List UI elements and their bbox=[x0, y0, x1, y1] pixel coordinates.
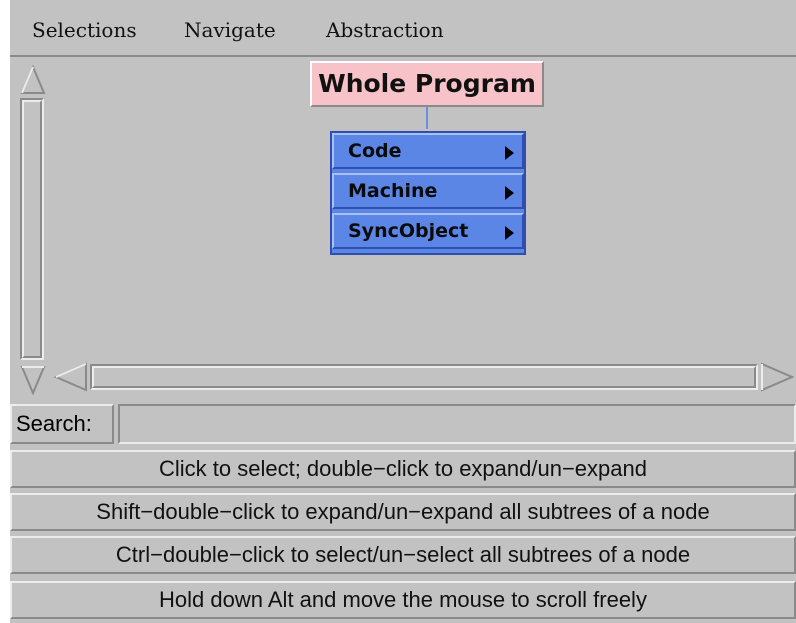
menu-bar: Selections Navigate Abstraction bbox=[10, 0, 796, 57]
node-label: Machine bbox=[348, 180, 438, 202]
tree-node-machine[interactable]: Machine bbox=[332, 173, 524, 209]
help-line-shift: Shift−double−click to expand/un−expand a… bbox=[10, 493, 796, 531]
tree-canvas[interactable]: Whole Program Code Machine SyncObject bbox=[10, 57, 796, 399]
scroll-left-arrow-icon[interactable] bbox=[54, 362, 88, 392]
vertical-scroll-thumb[interactable] bbox=[22, 100, 42, 358]
node-label: Code bbox=[348, 140, 402, 162]
scroll-up-arrow-icon[interactable] bbox=[20, 65, 46, 95]
tree-node-code[interactable]: Code bbox=[332, 133, 524, 169]
help-line-ctrl: Ctrl−double−click to select/un−select al… bbox=[10, 536, 796, 574]
search-row: Search: bbox=[10, 402, 796, 448]
child-node-menu: Code Machine SyncObject bbox=[330, 131, 526, 255]
search-input[interactable] bbox=[118, 404, 796, 444]
submenu-arrow-icon bbox=[505, 186, 514, 200]
help-line-alt: Hold down Alt and move the mouse to scro… bbox=[10, 581, 796, 619]
horizontal-scrollbar[interactable] bbox=[52, 360, 796, 394]
menu-selections[interactable]: Selections bbox=[32, 18, 137, 42]
tree-node-syncobject[interactable]: SyncObject bbox=[332, 213, 524, 249]
scroll-right-arrow-icon[interactable] bbox=[760, 362, 794, 392]
node-label: SyncObject bbox=[348, 220, 469, 242]
vertical-scrollbar[interactable] bbox=[16, 63, 46, 396]
horizontal-scroll-thumb[interactable] bbox=[92, 366, 756, 388]
app-window: Selections Navigate Abstraction Whole Pr… bbox=[10, 0, 796, 623]
search-label: Search: bbox=[10, 404, 114, 444]
submenu-arrow-icon bbox=[505, 146, 514, 160]
menu-navigate[interactable]: Navigate bbox=[184, 18, 276, 42]
tree-connector-line bbox=[426, 107, 428, 129]
menu-abstraction[interactable]: Abstraction bbox=[326, 18, 444, 42]
help-line-select: Click to select; double−click to expand/… bbox=[10, 450, 796, 488]
submenu-arrow-icon bbox=[505, 226, 514, 240]
scroll-down-arrow-icon[interactable] bbox=[20, 365, 46, 395]
tree-root-node[interactable]: Whole Program bbox=[310, 61, 544, 107]
